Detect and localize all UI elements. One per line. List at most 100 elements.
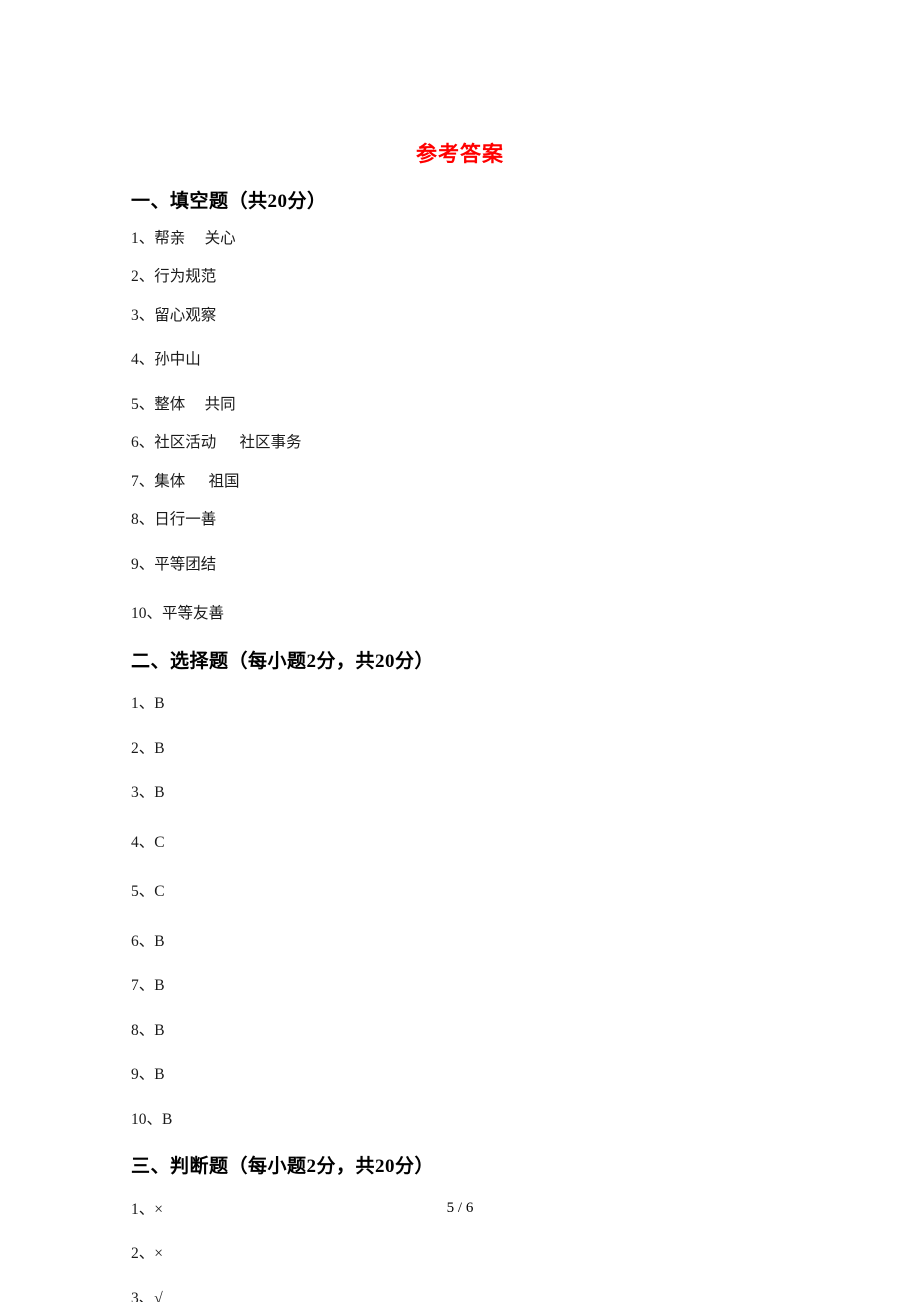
answer-list-1: 1、帮亲 关心 2、行为规范 3、留心观察 4、孙中山 5、整体 共同 6、社区… (131, 229, 791, 622)
list-item: 9、平等团结 (131, 555, 791, 573)
item-answer: 孙中山 (154, 351, 201, 368)
item-number: 1、 (131, 695, 155, 712)
list-item: 7、B (131, 978, 791, 994)
list-item: 2、B (131, 739, 791, 757)
list-item: 6、社区活动 社区事务 (131, 435, 791, 451)
list-item: 3、留心观察 (131, 306, 791, 324)
list-item: 6、B (131, 932, 791, 950)
list-item: 10、平等友善 (131, 606, 791, 622)
item-number: 5、 (131, 883, 155, 900)
document-page: 参考答案 一、填空题（共20分） 1、帮亲 关心 2、行为规范 3、留心观察 4… (0, 0, 920, 1302)
item-number: 6、 (131, 434, 155, 451)
list-item: 1、帮亲 关心 (131, 229, 791, 247)
list-item: 4、孙中山 (131, 352, 791, 368)
item-answer: 平等友善 (162, 605, 225, 622)
item-number: 2、 (131, 1245, 155, 1262)
item-answer: B (154, 784, 165, 801)
item-answer: C (154, 883, 165, 900)
item-number: 5、 (131, 395, 155, 413)
section-heading-2: 二、选择题（每小题2分，共20分） (131, 650, 435, 672)
item-answer: 行为规范 (154, 268, 217, 285)
item-number: 4、 (131, 833, 155, 851)
item-answer: C (154, 833, 165, 851)
list-item: 3、B (131, 785, 791, 801)
answer-sheet-content: 一、填空题（共20分） 1、帮亲 关心 2、行为规范 3、留心观察 4、孙中山 … (131, 188, 791, 1302)
item-number: 2、 (131, 739, 155, 757)
list-item: 5、整体 共同 (131, 395, 791, 413)
item-answer: 整体 共同 (154, 395, 236, 413)
section-heading-3: 三、判断题（每小题2分，共20分） (131, 1156, 435, 1177)
item-answer: 平等团结 (154, 555, 217, 573)
list-item: 4、C (131, 833, 791, 851)
page-title: 参考答案 (416, 142, 504, 166)
list-item: 2、行为规范 (131, 269, 791, 285)
item-number: 7、 (131, 472, 155, 490)
item-answer: B (154, 977, 165, 994)
answer-list-2: 1、B 2、B 3、B 4、C 5、C 6、B 7、B 8、B 9、B 10、B (131, 696, 791, 1127)
item-number: 9、 (131, 555, 155, 573)
list-item: 10、B (131, 1110, 791, 1128)
item-answer: B (154, 1021, 165, 1039)
list-item: 5、C (131, 884, 791, 900)
item-answer: B (154, 1066, 165, 1083)
item-number: 10、 (131, 605, 163, 622)
item-number: 8、 (131, 1021, 155, 1039)
section-heading-1: 一、填空题（共20分） (131, 191, 327, 212)
list-item: 9、B (131, 1067, 791, 1083)
item-answer: B (162, 1110, 173, 1128)
item-answer: 社区活动 社区事务 (154, 434, 302, 451)
item-number: 3、 (131, 784, 155, 801)
item-number: 2、 (131, 268, 155, 285)
list-item: 2、× (131, 1246, 791, 1262)
item-answer: 帮亲 关心 (154, 229, 236, 247)
item-number: 3、 (131, 1289, 155, 1302)
item-number: 9、 (131, 1066, 155, 1083)
item-answer: 日行一善 (154, 511, 217, 528)
item-number: 8、 (131, 511, 155, 528)
item-answer: × (154, 1245, 164, 1262)
list-item: 8、日行一善 (131, 512, 791, 528)
list-item: 1、B (131, 696, 791, 712)
page-number-footer: 5 / 6 (446, 1200, 474, 1216)
item-number: 6、 (131, 932, 155, 950)
item-answer: 留心观察 (154, 306, 217, 324)
item-answer: √ (154, 1289, 163, 1302)
item-number: 7、 (131, 977, 155, 994)
item-number: 4、 (131, 351, 155, 368)
item-answer: B (154, 739, 165, 757)
list-item: 8、B (131, 1021, 791, 1039)
item-answer: B (154, 932, 165, 950)
list-item: 3、√ (131, 1289, 791, 1302)
item-number: 3、 (131, 306, 155, 324)
section-fill-in-the-blank: 一、填空题（共20分） 1、帮亲 关心 2、行为规范 3、留心观察 4、孙中山 … (131, 188, 791, 622)
item-answer: B (154, 695, 165, 712)
section-multiple-choice: 二、选择题（每小题2分，共20分） 1、B 2、B 3、B 4、C 5、C 6、… (131, 648, 791, 1128)
section-true-false: 三、判断题（每小题2分，共20分） 1、× 2、× 3、√ 4、× 5、× 6、… (131, 1153, 791, 1302)
item-number: 10、 (131, 1110, 163, 1128)
list-item: 7、集体 祖国 (131, 472, 791, 490)
